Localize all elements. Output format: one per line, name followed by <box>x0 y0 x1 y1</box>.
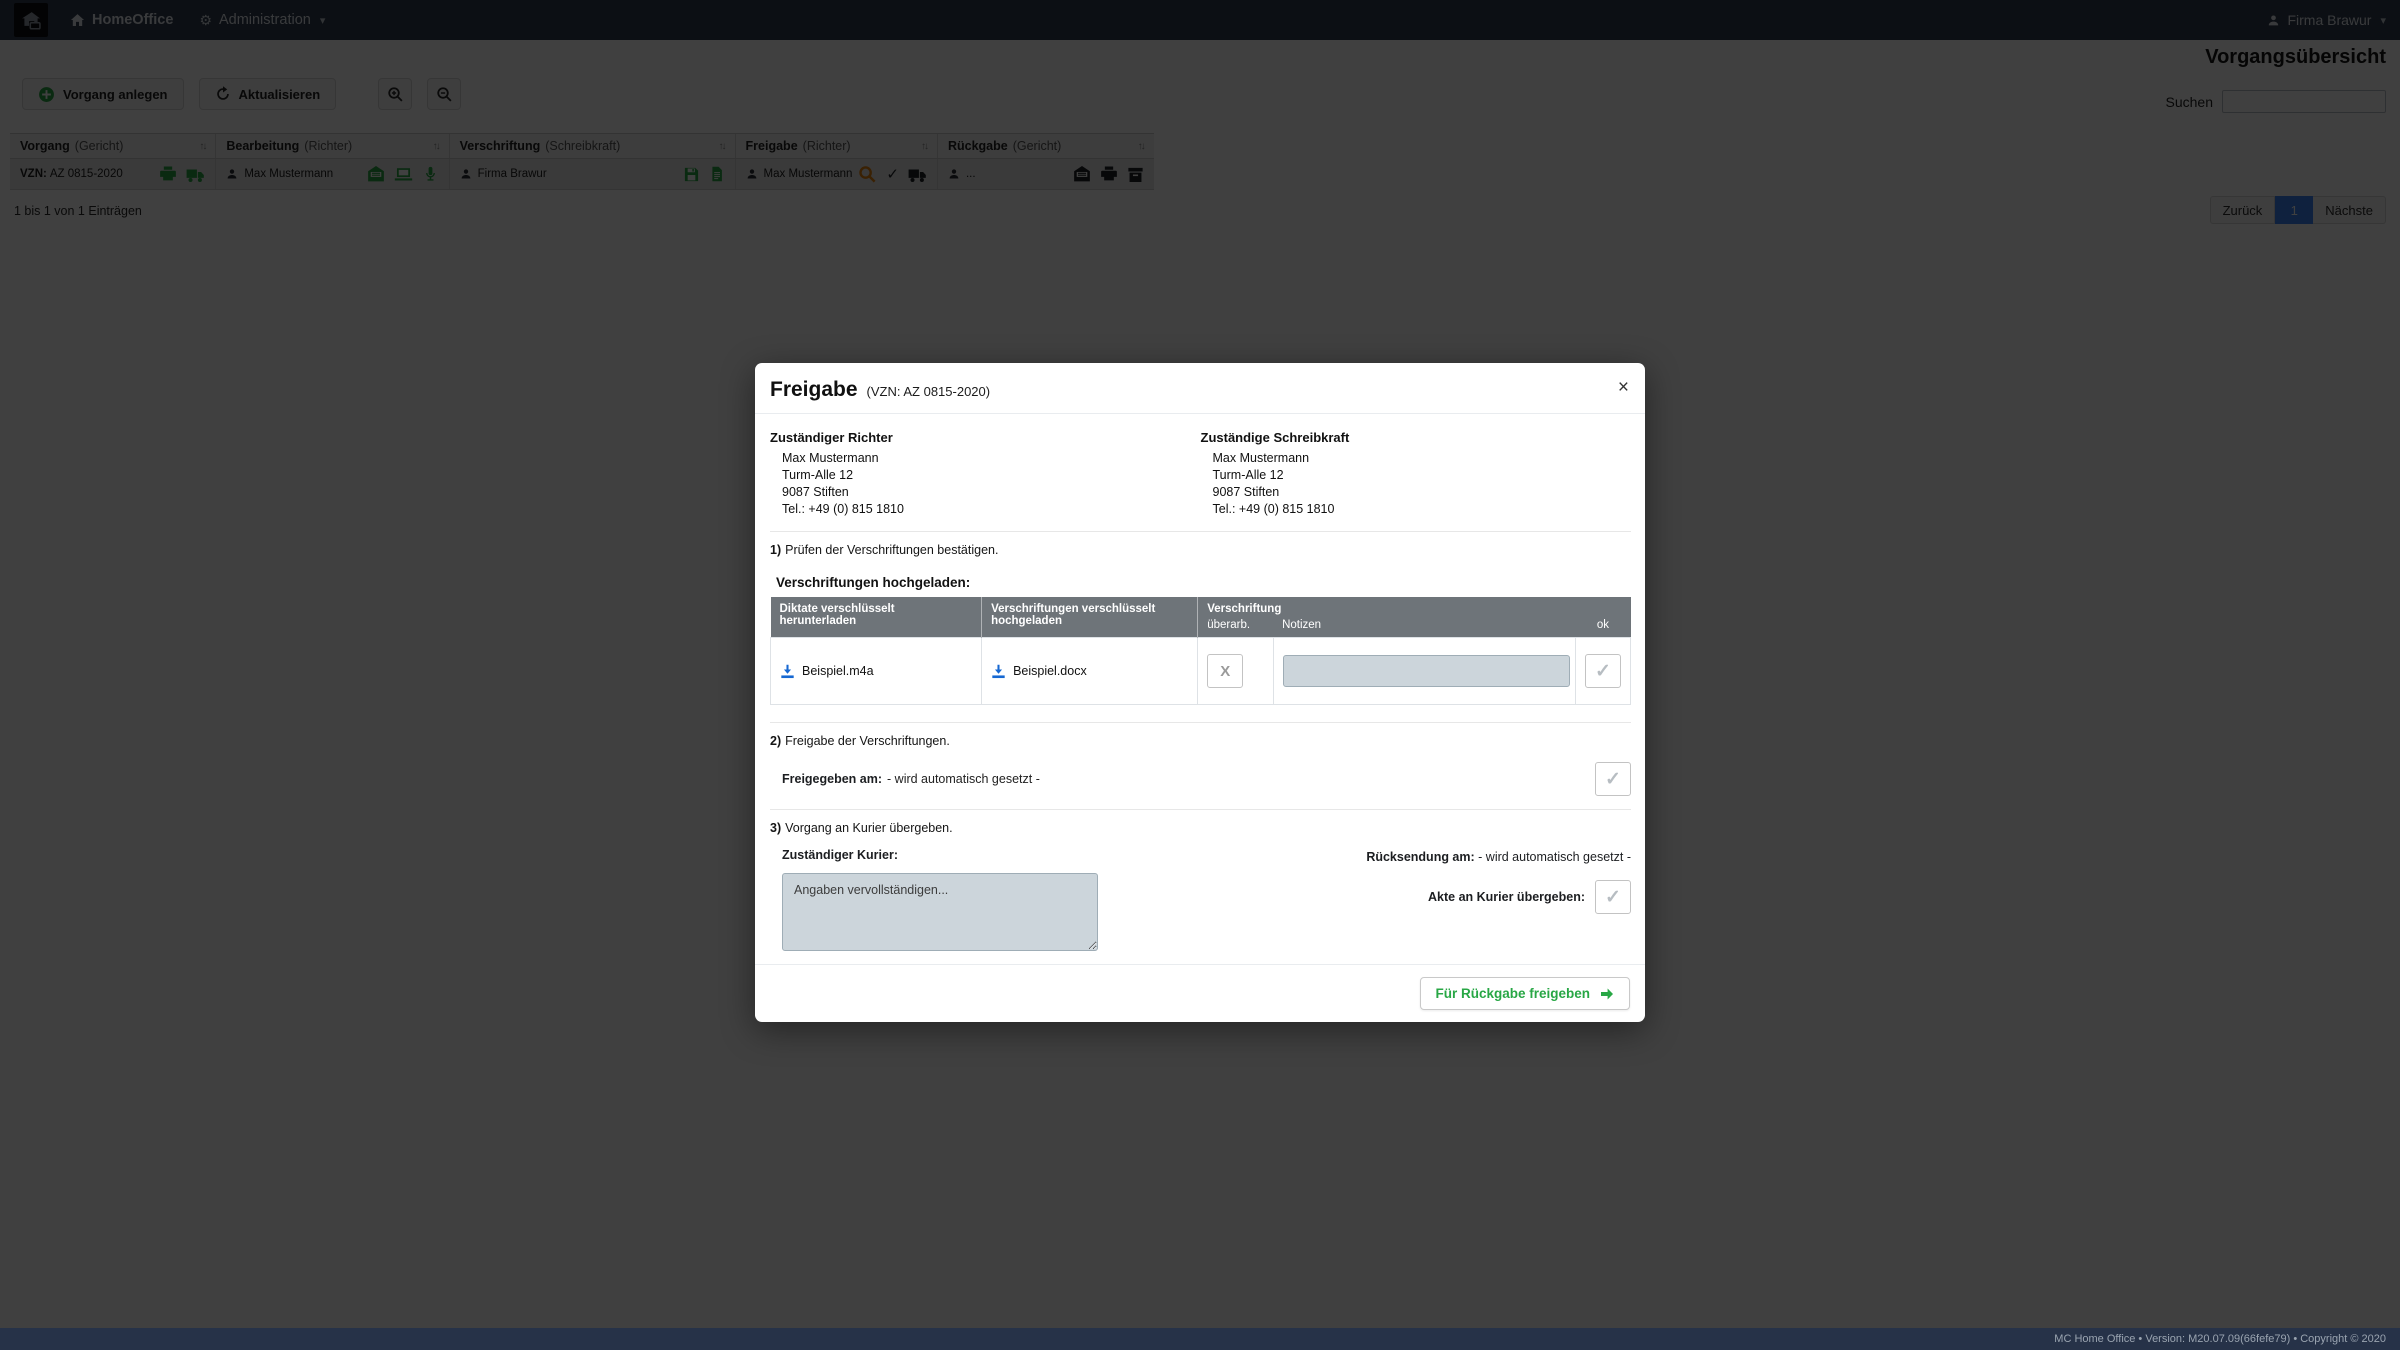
richter-phone: Tel.: +49 (0) 815 1810 <box>782 501 1201 518</box>
handover-check-button[interactable]: ✓ <box>1595 880 1631 914</box>
richter-heading: Zuständiger Richter <box>770 430 1201 445</box>
step2-number: 2) <box>770 734 781 748</box>
courier-textarea[interactable] <box>782 873 1098 951</box>
step2-text: Freigabe der Verschriftungen. <box>785 734 950 748</box>
submit-label: Für Rückgabe freigeben <box>1435 986 1590 1001</box>
return-value: - wird automatisch gesetzt - <box>1478 850 1631 864</box>
col-notizen: Notizen <box>1273 619 1575 638</box>
modal-subtitle: (VZN: AZ 0815-2020) <box>867 384 991 399</box>
step2-heading: 2) Freigabe der Verschriftungen. <box>770 734 1631 748</box>
app-footer: MC Home Office • Version: M20.07.09(66fe… <box>0 1328 2400 1350</box>
schreibkraft-heading: Zuständige Schreibkraft <box>1201 430 1632 445</box>
uploads-heading: Verschriftungen hochgeladen: <box>776 575 1631 590</box>
step3-number: 3) <box>770 821 781 835</box>
col-ueberarb: überarb. <box>1198 619 1273 638</box>
download-icon[interactable] <box>780 664 795 679</box>
released-label: Freigegeben am: <box>782 772 882 786</box>
check-icon: ✓ <box>1605 886 1621 909</box>
rework-button[interactable]: X <box>1207 654 1243 688</box>
schreibkraft-street: Turm-Alle 12 <box>1213 467 1632 484</box>
courier-label: Zuständiger Kurier: <box>782 848 1098 862</box>
richter-address: Zuständiger Richter Max Mustermann Turm-… <box>770 430 1201 518</box>
handover-label: Akte an Kurier übergeben: <box>1428 890 1585 904</box>
step1-number: 1) <box>770 543 781 557</box>
app-screen: HomeOffice ⚙ Administration ▾ Firma Braw… <box>0 0 2400 1350</box>
release-check-button[interactable]: ✓ <box>1595 762 1631 796</box>
step3-section: Zuständiger Kurier: Rücksendung am: - wi… <box>770 848 1631 956</box>
released-value: - wird automatisch gesetzt - <box>887 772 1040 786</box>
modal-title: Freigabe <box>770 378 858 402</box>
arrow-right-icon <box>1599 986 1615 1002</box>
verschriftungen-table: Diktate verschlüsselt herunterladen Vers… <box>770 597 1631 705</box>
footer-version-text: MC Home Office • Version: M20.07.09(66fe… <box>2054 1333 2386 1345</box>
step1-heading: 1) Prüfen der Verschriftungen bestätigen. <box>770 543 1631 557</box>
step3-text: Vorgang an Kurier übergeben. <box>785 821 953 835</box>
col-verschriftung-group: Verschriftung <box>1198 597 1631 619</box>
schreibkraft-name: Max Mustermann <box>1213 450 1632 467</box>
schreibkraft-city: 9087 Stiften <box>1213 484 1632 501</box>
transcript-file-link[interactable]: Beispiel.docx <box>1013 664 1087 678</box>
col-ok: ok <box>1575 619 1630 638</box>
release-for-return-button[interactable]: Für Rückgabe freigeben <box>1420 977 1630 1010</box>
step2-row: Freigegeben am: - wird automatisch geset… <box>782 762 1631 796</box>
richter-city: 9087 Stiften <box>782 484 1201 501</box>
modal-header: Freigabe (VZN: AZ 0815-2020) × <box>755 363 1645 414</box>
return-block: Rücksendung am: - wird automatisch geset… <box>1366 848 1631 956</box>
dictate-cell: Beispiel.m4a <box>771 638 982 705</box>
dictate-file-link[interactable]: Beispiel.m4a <box>802 664 874 678</box>
x-mark-icon: X <box>1220 663 1230 680</box>
freigabe-modal: Freigabe (VZN: AZ 0815-2020) × Zuständig… <box>755 363 1645 1022</box>
schreibkraft-address: Zuständige Schreibkraft Max Mustermann T… <box>1201 430 1632 518</box>
download-icon[interactable] <box>991 664 1006 679</box>
schreibkraft-phone: Tel.: +49 (0) 815 1810 <box>1213 501 1632 518</box>
step1-text: Prüfen der Verschriftungen bestätigen. <box>785 543 998 557</box>
check-icon: ✓ <box>1605 768 1621 791</box>
transcript-cell: Beispiel.docx <box>982 638 1198 705</box>
notizen-cell <box>1273 638 1575 705</box>
richter-name: Max Mustermann <box>782 450 1201 467</box>
ok-cell: ✓ <box>1575 638 1630 705</box>
close-icon[interactable]: × <box>1618 378 1629 397</box>
notes-input[interactable] <box>1283 655 1570 687</box>
check-icon: ✓ <box>1595 660 1611 683</box>
col-dictates: Diktate verschlüsselt herunterladen <box>771 597 982 638</box>
modal-body: Zuständiger Richter Max Mustermann Turm-… <box>755 414 1645 964</box>
col-transcripts: Verschriftungen verschlüsselt hochgelade… <box>982 597 1198 638</box>
address-section: Zuständiger Richter Max Mustermann Turm-… <box>770 430 1631 518</box>
return-label: Rücksendung am: <box>1366 850 1474 864</box>
modal-footer: Für Rückgabe freigeben <box>755 964 1645 1022</box>
ueberarb-cell: X <box>1198 638 1273 705</box>
step3-heading: 3) Vorgang an Kurier übergeben. <box>770 821 1631 835</box>
courier-block: Zuständiger Kurier: <box>782 848 1098 956</box>
verschriftung-row: Beispiel.m4a Beispiel.docx X <box>771 638 1631 705</box>
vtable-header-row1: Diktate verschlüsselt herunterladen Vers… <box>771 597 1631 619</box>
ok-check-button[interactable]: ✓ <box>1585 654 1621 688</box>
richter-street: Turm-Alle 12 <box>782 467 1201 484</box>
